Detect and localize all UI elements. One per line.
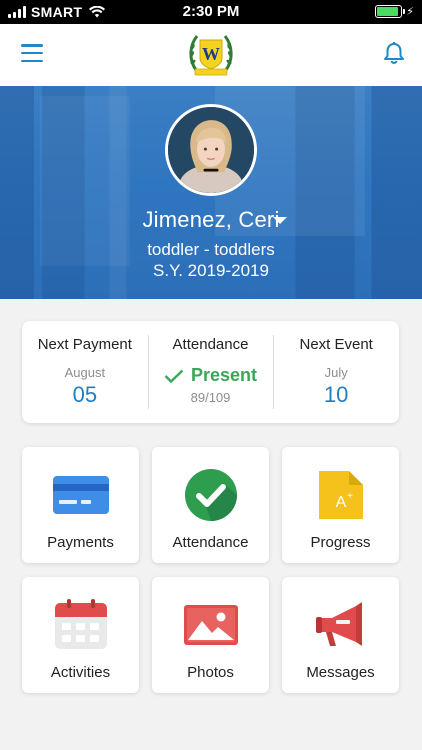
- school-crest-logo: W: [189, 35, 233, 76]
- tile-label: Messages: [306, 664, 375, 681]
- hamburger-icon[interactable]: [21, 44, 43, 62]
- next-payment-month: August: [64, 365, 106, 380]
- status-right: ⚡: [375, 5, 414, 18]
- next-payment-day: 05: [72, 382, 98, 407]
- attendance-status-row: Present: [148, 365, 274, 386]
- tile-label: Progress: [310, 534, 371, 551]
- next-payment-title: Next Payment: [37, 336, 132, 353]
- bell-icon[interactable]: [383, 41, 405, 65]
- calendar-icon: [54, 599, 107, 649]
- school-year: S.Y. 2019-2019: [153, 261, 269, 280]
- battery-icon: [375, 5, 406, 18]
- credit-card-icon: [52, 476, 109, 514]
- charging-icon: ⚡: [406, 6, 414, 18]
- status-bar: SMART 2:30 PM ⚡: [0, 0, 422, 24]
- tile-activities[interactable]: Activities: [22, 577, 139, 693]
- app-header: W: [0, 24, 422, 86]
- tile-label: Attendance: [172, 534, 249, 551]
- student-grade: toddler - toddlers: [147, 240, 275, 259]
- svg-text:+: +: [347, 491, 353, 502]
- tile-messages[interactable]: Messages: [282, 577, 399, 693]
- student-hero: Jimenez, Ceri toddler - toddlers S.Y. 20…: [0, 86, 422, 299]
- attendance-summary[interactable]: Attendance Present 89/109: [147, 321, 274, 423]
- next-event-title: Next Event: [299, 336, 373, 353]
- tile-label: Payments: [47, 534, 114, 551]
- summary-card: Next Payment August 05 Attendance Presen…: [22, 321, 399, 423]
- student-name: Jimenez, Ceri: [142, 207, 280, 232]
- megaphone-icon: [315, 602, 362, 646]
- dropdown-caret-icon[interactable]: [273, 217, 287, 224]
- tile-payments[interactable]: Payments: [22, 447, 139, 563]
- next-payment-summary[interactable]: Next Payment August 05: [22, 321, 148, 423]
- tile-photos[interactable]: Photos: [152, 577, 269, 693]
- checkmark-icon: [164, 369, 184, 383]
- student-avatar[interactable]: [165, 104, 257, 196]
- svg-text:W: W: [202, 44, 220, 64]
- svg-text:A: A: [335, 494, 346, 511]
- photo-icon: [183, 605, 238, 645]
- clock: 2:30 PM: [182, 3, 240, 20]
- tile-attendance[interactable]: Attendance: [152, 447, 269, 563]
- attendance-title: Attendance: [172, 336, 249, 353]
- tile-label: Photos: [187, 664, 234, 681]
- check-circle-icon: [184, 469, 237, 521]
- attendance-status: Present: [190, 365, 258, 385]
- attendance-count: 89/109: [190, 390, 231, 405]
- tile-progress[interactable]: A + Progress: [282, 447, 399, 563]
- student-name-row[interactable]: Jimenez, Ceri: [0, 207, 422, 233]
- next-event-summary[interactable]: Next Event July 10: [273, 321, 399, 423]
- next-event-month: July: [324, 365, 348, 380]
- next-event-day: 10: [323, 382, 349, 407]
- tile-label: Activities: [50, 664, 111, 681]
- report-card-icon: A +: [318, 471, 363, 519]
